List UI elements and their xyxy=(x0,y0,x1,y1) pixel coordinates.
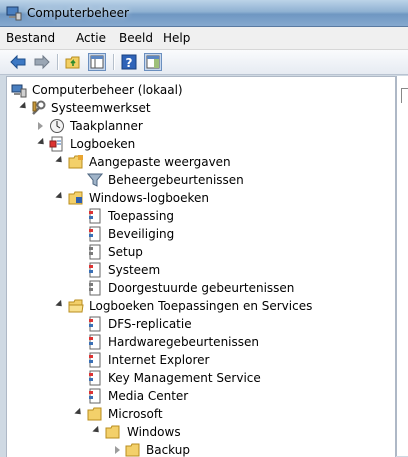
tree-label: Key Management Service xyxy=(108,371,261,385)
folder-icon xyxy=(68,191,83,205)
collapse-arrow-icon[interactable] xyxy=(19,101,29,112)
menu-help[interactable]: Help xyxy=(163,31,190,45)
tree-item-windows-logboeken[interactable]: Windows-logboeken xyxy=(7,189,395,207)
tree-label: Setup xyxy=(108,245,143,259)
log-icon xyxy=(89,208,101,224)
tree-item-computerbeheer[interactable]: Computerbeheer (lokaal) xyxy=(7,81,395,99)
collapse-arrow-icon[interactable] xyxy=(92,425,102,436)
help-icon[interactable]: ? xyxy=(120,53,138,71)
tree-label: DFS-replicatie xyxy=(108,317,192,331)
log-icon xyxy=(89,262,101,278)
tree-label: Taakplanner xyxy=(70,119,143,133)
tree-item-toepassing[interactable]: Toepassing xyxy=(7,207,395,225)
tree-item-dfs-replicatie[interactable]: DFS-replicatie xyxy=(7,315,395,333)
tree-item-beveiliging[interactable]: Beveiliging xyxy=(7,225,395,243)
tree-label: Backup xyxy=(146,443,190,457)
log-icon xyxy=(89,388,101,404)
computer-management-icon xyxy=(11,84,27,98)
log-icon xyxy=(89,352,101,368)
title-bar: Computerbeheer xyxy=(0,0,408,27)
tree-item-backup[interactable]: Backup xyxy=(7,441,395,457)
tree-label: Logboeken xyxy=(70,137,136,151)
log-icon xyxy=(89,244,101,260)
console-tree: Computerbeheer (lokaal) Systeemwerkset T… xyxy=(6,76,396,457)
tree-item-hardwaregebeurtenissen[interactable]: Hardwaregebeurtenissen xyxy=(7,333,395,351)
log-icon xyxy=(89,334,101,350)
collapse-arrow-icon[interactable] xyxy=(55,299,65,310)
folder-icon xyxy=(68,299,84,313)
expand-arrow-icon[interactable] xyxy=(115,446,120,454)
event-viewer-icon xyxy=(49,136,63,152)
folder-icon xyxy=(125,443,140,457)
collapse-arrow-icon[interactable] xyxy=(37,137,47,148)
collapse-arrow-icon[interactable] xyxy=(74,407,84,418)
menu-beeld[interactable]: Beeld xyxy=(119,31,153,45)
menu-bestand[interactable]: Bestand xyxy=(6,31,55,45)
up-folder-icon[interactable] xyxy=(64,53,82,71)
folder-icon xyxy=(68,155,83,169)
tree-item-media-center[interactable]: Media Center xyxy=(7,387,395,405)
tree-label: Doorgestuurde gebeurtenissen xyxy=(108,281,295,295)
svg-text:?: ? xyxy=(126,56,133,70)
tree-label: Microsoft xyxy=(108,407,163,421)
system-tools-icon xyxy=(32,100,46,115)
log-icon xyxy=(89,280,101,296)
filter-icon xyxy=(87,173,103,187)
column-header-edge xyxy=(401,88,408,103)
tree-item-doorgestuurde-gebeurtenissen[interactable]: Doorgestuurde gebeurtenissen xyxy=(7,279,395,297)
tree-label: Windows-logboeken xyxy=(89,191,210,205)
log-icon xyxy=(89,226,101,242)
collapse-arrow-icon[interactable] xyxy=(55,191,65,202)
details-pane[interactable] xyxy=(396,76,408,456)
toolbar-separator xyxy=(113,54,115,70)
tree-item-setup[interactable]: Setup xyxy=(7,243,395,261)
tree-label: Logboeken Toepassingen en Services xyxy=(89,299,313,313)
log-icon xyxy=(89,316,101,332)
expand-arrow-icon[interactable] xyxy=(38,122,43,130)
tree-item-taakplanner[interactable]: Taakplanner xyxy=(7,117,395,135)
clock-icon xyxy=(50,119,64,133)
tree-label: Beheergebeurtenissen xyxy=(108,173,244,187)
tree-label: Systeem xyxy=(108,263,161,277)
tree-item-systeem[interactable]: Systeem xyxy=(7,261,395,279)
tree-label: Hardwaregebeurtenissen xyxy=(108,335,259,349)
folder-icon xyxy=(87,407,102,421)
tree-label: Toepassing xyxy=(108,209,175,223)
toolbar-separator xyxy=(57,54,59,70)
show-hide-action-pane-icon[interactable] xyxy=(144,53,162,71)
tree-label: Aangepaste weergaven xyxy=(89,155,231,169)
tree-label: Media Center xyxy=(108,389,189,403)
tree-item-key-management-service[interactable]: Key Management Service xyxy=(7,369,395,387)
back-arrow-icon[interactable] xyxy=(9,53,27,71)
window-title: Computerbeheer xyxy=(27,6,129,20)
folder-icon xyxy=(105,425,120,439)
toolbar: ? xyxy=(0,50,408,75)
forward-arrow-icon[interactable] xyxy=(33,53,51,71)
tree-label: Windows xyxy=(127,425,181,439)
tree-label: Beveiliging xyxy=(108,227,175,241)
tree-item-logboeken-toepassingen-en-services[interactable]: Logboeken Toepassingen en Services xyxy=(7,297,395,315)
collapse-arrow-icon[interactable] xyxy=(55,155,65,166)
tree-label: Systeemwerkset xyxy=(51,101,151,115)
tree-item-systeemwerkset[interactable]: Systeemwerkset xyxy=(7,99,395,117)
tree-label: Internet Explorer xyxy=(108,353,210,367)
tree-item-aangepaste-weergaven[interactable]: Aangepaste weergaven xyxy=(7,153,395,171)
menu-bar: Bestand Actie Beeld Help xyxy=(0,27,408,50)
tree-item-microsoft[interactable]: Microsoft xyxy=(7,405,395,423)
show-hide-tree-icon[interactable] xyxy=(88,53,106,71)
tree-item-beheergebeurtenissen[interactable]: Beheergebeurtenissen xyxy=(7,171,395,189)
tree-item-internet-explorer[interactable]: Internet Explorer xyxy=(7,351,395,369)
tree-item-logboeken[interactable]: Logboeken xyxy=(7,135,395,153)
tree-item-windows[interactable]: Windows xyxy=(7,423,395,441)
menu-actie[interactable]: Actie xyxy=(76,31,106,45)
tree-label: Computerbeheer (lokaal) xyxy=(32,83,183,97)
log-icon xyxy=(89,370,101,386)
computer-management-icon xyxy=(6,6,22,21)
